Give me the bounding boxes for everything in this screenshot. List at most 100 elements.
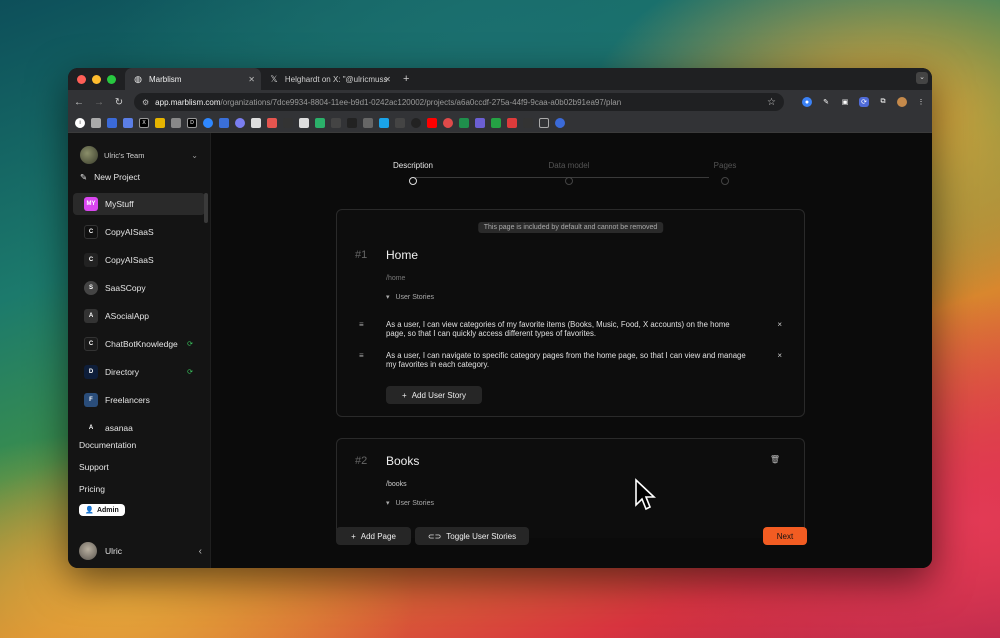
remove-story-icon[interactable]: × <box>777 320 782 338</box>
bookmark-icon[interactable] <box>507 118 517 128</box>
url-path: /organizations/7dce9934-8804-11ee-b9d1-0… <box>220 97 622 107</box>
project-icon: C <box>84 225 98 239</box>
bookmark-x-icon[interactable]: X <box>139 118 149 128</box>
sync-status-icon: ⟳ <box>187 341 193 348</box>
bookmark-icon[interactable] <box>331 118 341 128</box>
back-icon[interactable]: ← <box>74 97 84 108</box>
team-switcher[interactable]: Ulric's Team ⌄ <box>68 143 210 167</box>
bookmark-icon[interactable] <box>459 118 469 128</box>
new-tab-button[interactable]: + <box>403 73 409 85</box>
delete-page-icon[interactable]: 🗑 <box>770 455 780 464</box>
browser-menu-icon[interactable]: ⋮ <box>916 97 926 107</box>
bookmark-icon[interactable] <box>171 118 181 128</box>
page-title[interactable]: Books <box>386 454 419 468</box>
sidebar-project-freelancers[interactable]: F Freelancers <box>73 389 205 411</box>
bookmark-folder-icon[interactable] <box>539 118 549 128</box>
add-page-label: Add Page <box>360 531 396 541</box>
bookmark-icon[interactable] <box>155 118 165 128</box>
documentation-link[interactable]: Documentation <box>68 434 211 456</box>
bookmark-icon[interactable] <box>379 118 389 128</box>
user-profile[interactable]: Ulric ‹ <box>79 542 202 560</box>
add-page-button[interactable]: + Add Page <box>336 527 411 545</box>
site-info-icon[interactable]: ⚙ <box>142 98 149 107</box>
bookmark-icon[interactable] <box>107 118 117 128</box>
close-tab-icon[interactable]: ✕ <box>248 75 255 84</box>
bookmark-icon[interactable] <box>267 118 277 128</box>
sidebar-project-asocialapp[interactable]: A ASocialApp <box>73 305 205 327</box>
close-tab-icon[interactable]: ✕ <box>384 75 391 84</box>
sync-extension-icon[interactable]: ⟳ <box>859 97 869 107</box>
sidebar-project-directory[interactable]: D Directory ⟳ <box>73 361 205 383</box>
page-path[interactable]: /home <box>386 275 405 282</box>
user-stories-toggle[interactable]: ▾ User Stories <box>386 293 434 301</box>
tab-bar: ◍ Marblism ✕ 𝕏 Helghardt on X: "@ulricmu… <box>68 68 932 90</box>
password-extension-icon[interactable]: ● <box>802 97 812 107</box>
bookmark-icon[interactable] <box>523 118 533 128</box>
bookmark-github-icon[interactable] <box>411 118 421 128</box>
new-project-button[interactable]: ✎ New Project <box>68 167 210 187</box>
sidebar-project-copyaisaas-2[interactable]: C CopyAISaaS <box>73 249 205 271</box>
close-window-button[interactable] <box>77 74 86 84</box>
bookmark-icon[interactable] <box>475 118 485 128</box>
remove-story-icon[interactable]: × <box>777 351 782 369</box>
user-story-text[interactable]: As a user, I can view categories of my f… <box>386 320 777 338</box>
page-title[interactable]: Home <box>386 248 418 262</box>
user-story-text[interactable]: As a user, I can navigate to specific ca… <box>386 351 777 369</box>
page-path[interactable]: /books <box>386 481 407 488</box>
footer-actions: + Add Page ⊂⊃ Toggle User Stories Next <box>336 527 807 547</box>
sidebar: Ulric's Team ⌄ ✎ New Project MY MyStuff … <box>68 133 211 568</box>
caret-down-icon: ▾ <box>386 500 390 507</box>
step-data-model[interactable]: Data model <box>529 161 609 185</box>
browser-tab-x[interactable]: 𝕏 Helghardt on X: "@ulricmuss ✕ <box>261 68 397 90</box>
sidebar-project-mystuff[interactable]: MY MyStuff <box>73 193 205 215</box>
bookmark-icon[interactable]: i <box>75 118 85 128</box>
bookmark-icon[interactable] <box>555 118 565 128</box>
collapse-sidebar-icon[interactable]: ‹ <box>199 546 202 557</box>
sidebar-project-chatbotknowledge[interactable]: C ChatBotKnowledge ⟳ <box>73 333 205 355</box>
minimize-window-button[interactable] <box>92 74 101 84</box>
drag-handle-icon[interactable]: ≡ <box>359 351 386 369</box>
bookmark-icon[interactable] <box>347 118 357 128</box>
add-user-story-button[interactable]: + Add User Story <box>386 386 482 404</box>
user-stories-toggle[interactable]: ▾ User Stories <box>386 499 434 507</box>
zoom-window-button[interactable] <box>107 74 116 84</box>
pricing-link[interactable]: Pricing <box>68 478 211 500</box>
next-button[interactable]: Next <box>763 527 807 545</box>
bookmark-icon[interactable] <box>283 118 293 128</box>
bookmark-icon[interactable] <box>363 118 373 128</box>
bookmark-icon[interactable] <box>203 118 213 128</box>
support-link[interactable]: Support <box>68 456 211 478</box>
bookmark-star-icon[interactable]: ☆ <box>767 97 776 108</box>
robot-extension-icon[interactable]: ▣ <box>840 97 850 107</box>
toggle-user-stories-button[interactable]: ⊂⊃ Toggle User Stories <box>415 527 529 545</box>
forward-icon[interactable]: → <box>94 97 104 108</box>
bookmark-icon[interactable] <box>315 118 325 128</box>
bookmark-icon[interactable] <box>235 118 245 128</box>
bookmark-icon[interactable] <box>123 118 133 128</box>
eyedropper-extension-icon[interactable]: ✎ <box>821 97 831 107</box>
project-label: SaaSCopy <box>105 283 146 293</box>
bookmark-icon[interactable] <box>219 118 229 128</box>
bookmark-icon[interactable] <box>299 118 309 128</box>
bookmark-icon[interactable] <box>491 118 501 128</box>
browser-tab-marblism[interactable]: ◍ Marblism ✕ <box>125 68 261 90</box>
reload-icon[interactable]: ↻ <box>114 97 124 108</box>
tab-search-icon[interactable]: ⌄ <box>916 72 928 84</box>
bookmark-icon[interactable] <box>91 118 101 128</box>
extensions-bar: ● ✎ ▣ ⟳ ⧉ ⋮ <box>802 97 926 107</box>
bookmark-dev-icon[interactable]: D <box>187 118 197 128</box>
bookmark-youtube-icon[interactable] <box>427 118 437 128</box>
step-pages[interactable]: Pages <box>685 161 765 185</box>
sidebar-project-saascopy[interactable]: S SaaSCopy <box>73 277 205 299</box>
admin-badge[interactable]: 👤 Admin <box>79 504 125 516</box>
drag-handle-icon[interactable]: ≡ <box>359 320 386 338</box>
profile-avatar[interactable] <box>897 97 907 107</box>
sidebar-scrollbar[interactable] <box>204 193 208 223</box>
bookmark-icon[interactable] <box>443 118 453 128</box>
bookmark-icon[interactable] <box>395 118 405 128</box>
address-bar[interactable]: ⚙ app.marblism.com/organizations/7dce993… <box>134 93 784 111</box>
sidebar-project-copyaisaas[interactable]: C CopyAISaaS <box>73 221 205 243</box>
puzzle-extensions-icon[interactable]: ⧉ <box>878 97 888 107</box>
bookmark-icon[interactable] <box>251 118 261 128</box>
step-description[interactable]: Description <box>373 161 453 185</box>
